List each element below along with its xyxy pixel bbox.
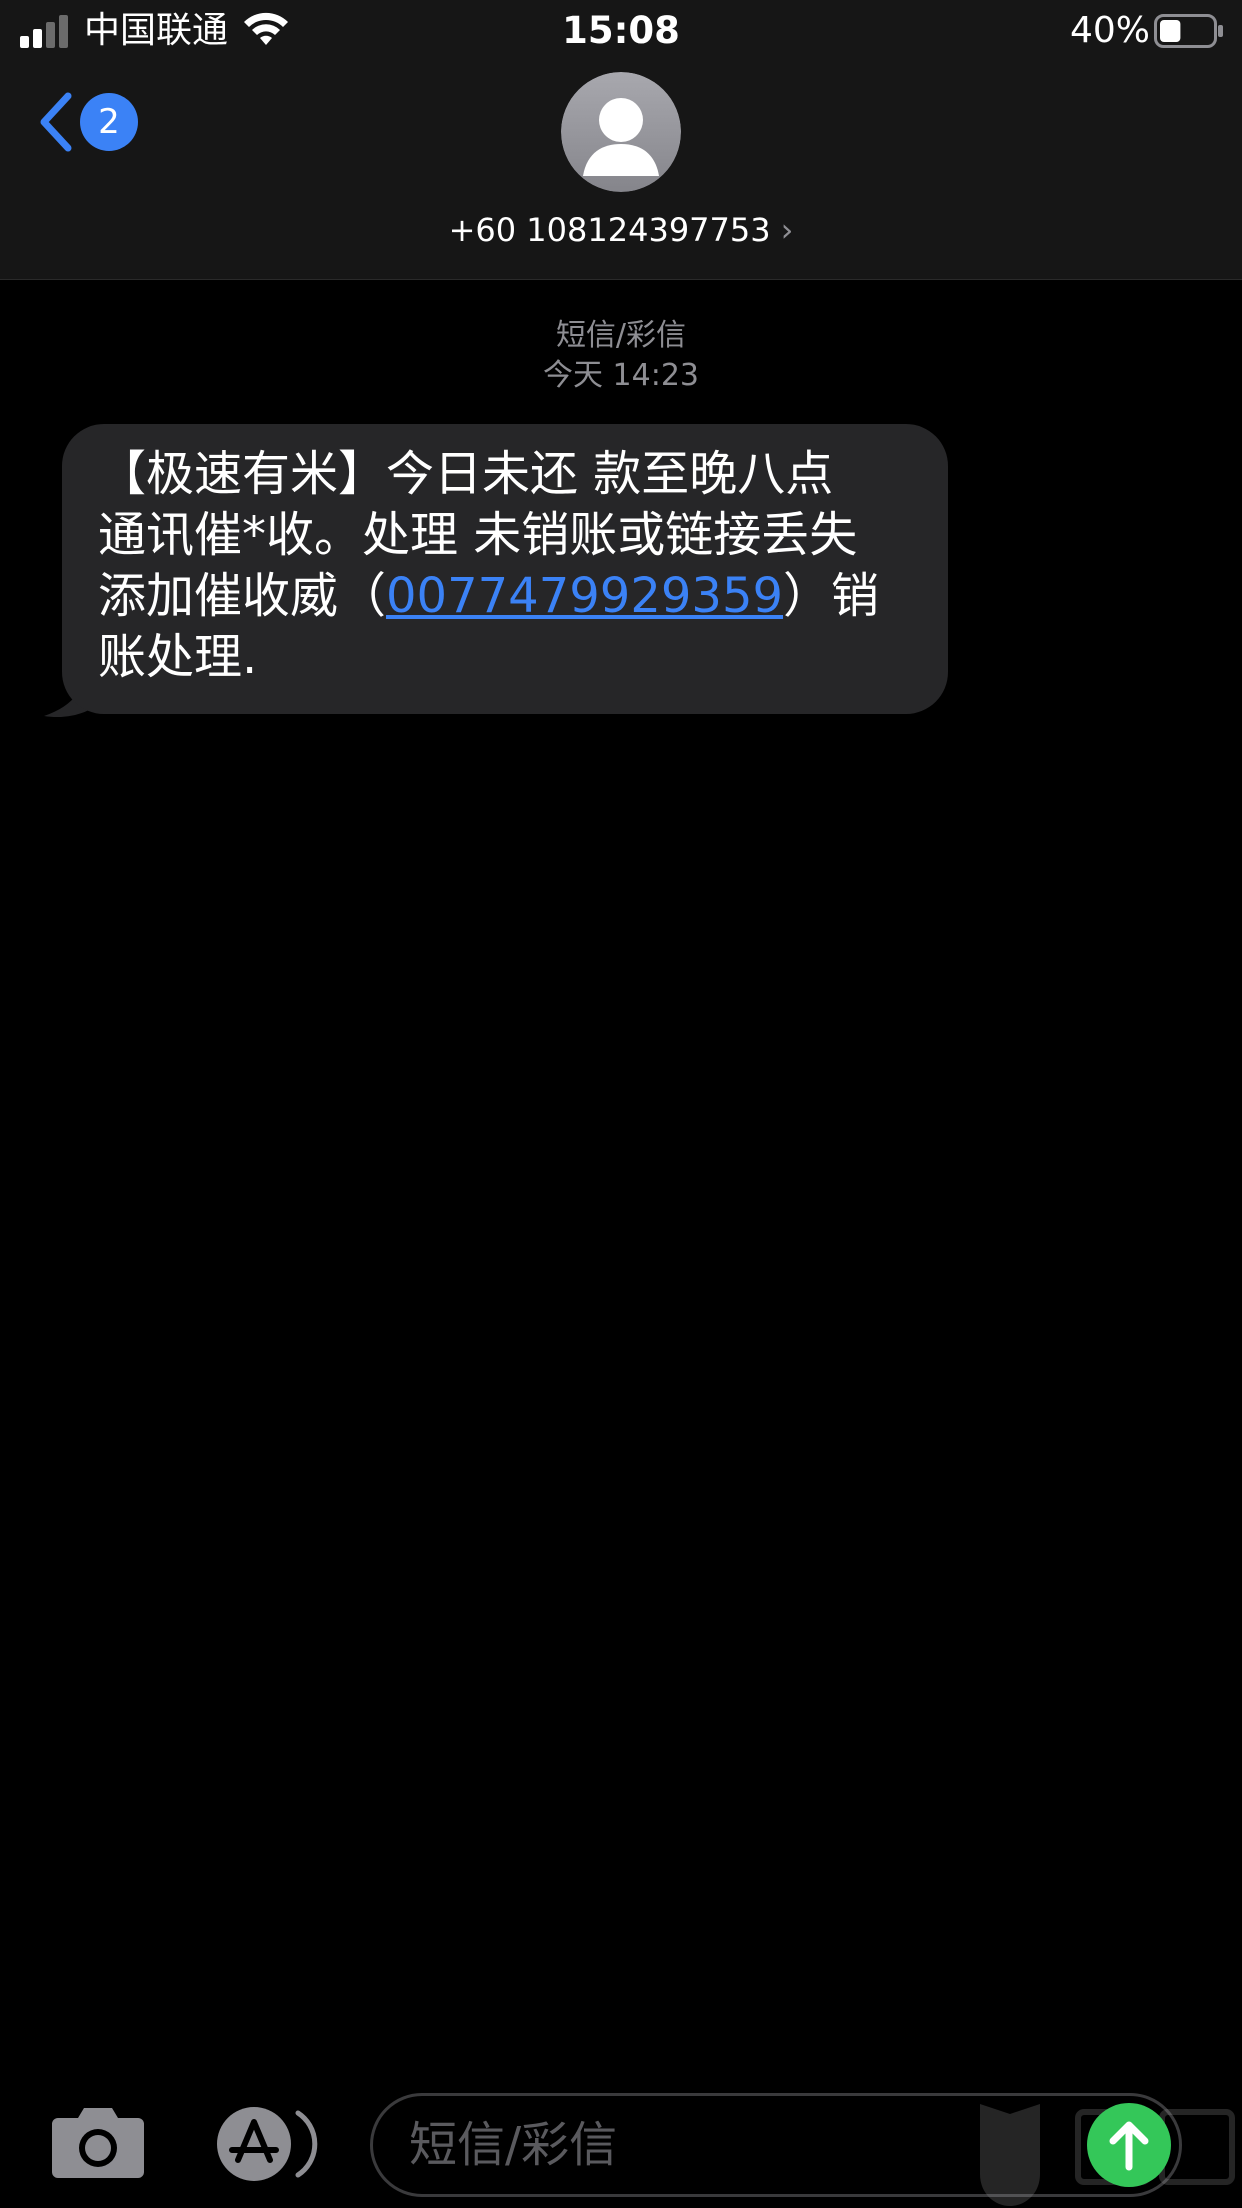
conversation-header: 中国联通 15:08 40% 2 +60 108124397753 › — [0, 0, 1242, 280]
message-line-4: 账处理. — [98, 629, 258, 685]
message-meta: 短信/彩信 今天 14:23 — [0, 316, 1242, 396]
send-button[interactable] — [1087, 2103, 1171, 2187]
message-line-3-suffix: ）销 — [783, 568, 880, 624]
battery-percent: 40% — [1070, 10, 1151, 51]
phone-number-link[interactable]: 0077479929359 — [386, 568, 783, 624]
contact-details-link[interactable]: +60 108124397753 › — [0, 206, 1242, 254]
back-button[interactable]: 2 — [36, 86, 146, 158]
incoming-message-bubble[interactable]: 【极速有米】今日未还 款至晚八点 通讯催*收。处理 未销账或链接丢失 添加催收威… — [62, 424, 948, 714]
message-timestamp: 今天 14:23 — [543, 358, 699, 393]
status-bar: 中国联通 15:08 40% — [0, 0, 1242, 62]
app-store-button[interactable] — [208, 2105, 318, 2183]
message-bubble-container: 【极速有米】今日未还 款至晚八点 通讯催*收。处理 未销账或链接丢失 添加催收威… — [44, 424, 948, 718]
unread-badge: 2 — [80, 93, 138, 151]
appstore-icon — [217, 2107, 318, 2181]
message-line-1: 【极速有米】今日未还 款至晚八点 — [98, 446, 834, 502]
message-line-3-prefix: 添加催收威（ — [98, 568, 387, 624]
message-line-3: 添加催收威（0077479929359）销 — [98, 566, 912, 627]
contact-avatar[interactable] — [561, 72, 681, 192]
chevron-right-icon: › — [780, 211, 794, 249]
status-time: 15:08 — [562, 9, 680, 52]
service-label: 短信/彩信 — [555, 318, 687, 353]
camera-icon — [52, 2108, 144, 2178]
battery-icon — [1154, 14, 1223, 48]
send-arrow-icon — [1109, 2121, 1149, 2171]
back-chevron-icon — [40, 92, 72, 152]
camera-button[interactable] — [50, 2104, 146, 2180]
message-line-2: 通讯催*收。处理 未销账或链接丢失 — [98, 507, 858, 563]
avatar-icon — [561, 72, 681, 192]
contact-number: +60 108124397753 — [448, 211, 771, 249]
